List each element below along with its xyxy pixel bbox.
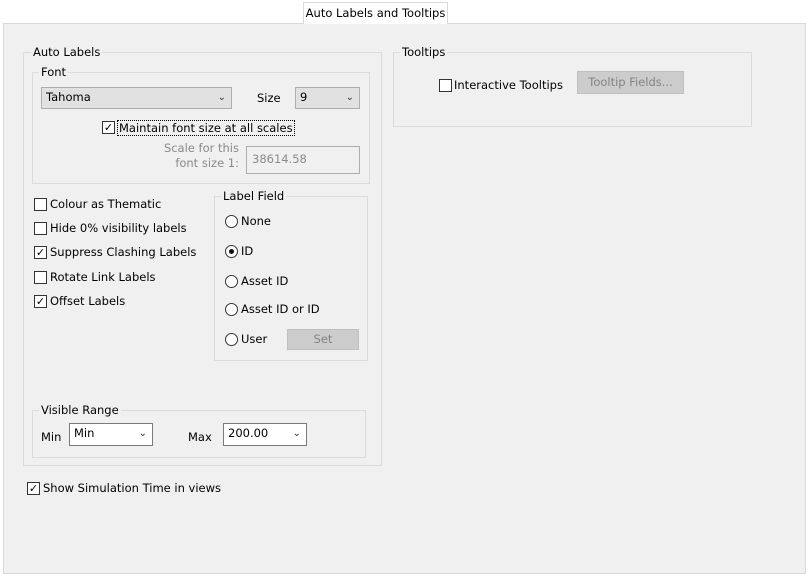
auto-labels-title: Auto Labels bbox=[31, 45, 103, 59]
scale-label-line2: font size 1: bbox=[175, 156, 239, 170]
size-label: Size bbox=[257, 91, 281, 105]
font-group-title: Font bbox=[39, 65, 69, 79]
radio-asset-id[interactable] bbox=[225, 275, 238, 288]
tab-auto-labels-and-tooltips[interactable]: Auto Labels and Tooltips bbox=[303, 2, 448, 24]
chevron-down-icon: ⌄ bbox=[292, 428, 301, 439]
hide-zero-visibility-label: Hide 0% visibility labels bbox=[50, 221, 187, 235]
offset-labels-label: Offset Labels bbox=[50, 294, 126, 308]
suppress-clashing-checkbox[interactable]: ✓ bbox=[34, 246, 47, 259]
label-field-title: Label Field bbox=[221, 189, 287, 203]
chevron-down-icon: ⌄ bbox=[345, 92, 354, 103]
chevron-down-icon: ⌄ bbox=[217, 92, 226, 103]
min-label: Min bbox=[41, 430, 62, 444]
font-value: Tahoma bbox=[46, 90, 91, 104]
rotate-link-labels-label: Rotate Link Labels bbox=[50, 270, 156, 284]
interactive-tooltips-checkbox[interactable] bbox=[439, 79, 452, 92]
scale-input[interactable]: 38614.58 bbox=[246, 146, 360, 174]
radio-asset-id-or-id-label: Asset ID or ID bbox=[241, 302, 320, 316]
show-sim-time-checkbox[interactable]: ✓ bbox=[27, 482, 40, 495]
offset-labels-checkbox[interactable]: ✓ bbox=[34, 295, 47, 308]
radio-asset-id-label: Asset ID bbox=[241, 274, 289, 288]
set-button[interactable]: Set bbox=[287, 329, 359, 350]
radio-none[interactable] bbox=[225, 215, 238, 228]
suppress-clashing-label: Suppress Clashing Labels bbox=[50, 245, 197, 259]
radio-id[interactable] bbox=[225, 245, 238, 258]
tooltip-fields-button[interactable]: Tooltip Fields... bbox=[577, 71, 684, 94]
colour-as-thematic-checkbox[interactable] bbox=[34, 198, 47, 211]
radio-none-label: None bbox=[241, 214, 272, 228]
hide-zero-visibility-checkbox[interactable] bbox=[34, 222, 47, 235]
max-select[interactable]: 200.00 ⌄ bbox=[223, 423, 307, 446]
maintain-font-size-label[interactable]: Maintain font size at all scales bbox=[117, 120, 295, 136]
interactive-tooltips-label: Interactive Tooltips bbox=[454, 78, 563, 92]
radio-id-label: ID bbox=[241, 244, 254, 258]
colour-as-thematic-label: Colour as Thematic bbox=[50, 197, 162, 211]
scale-label-line1: Scale for this bbox=[163, 141, 239, 155]
size-value: 9 bbox=[300, 90, 308, 104]
radio-user-label: User bbox=[241, 332, 268, 346]
rotate-link-labels-checkbox[interactable] bbox=[34, 271, 47, 284]
chevron-down-icon: ⌄ bbox=[138, 428, 147, 439]
maintain-font-size-checkbox[interactable]: ✓ bbox=[102, 121, 115, 134]
min-value: Min bbox=[74, 426, 95, 440]
visible-range-title: Visible Range bbox=[39, 403, 121, 417]
min-select[interactable]: Min ⌄ bbox=[69, 423, 153, 446]
max-label: Max bbox=[188, 430, 212, 444]
max-value: 200.00 bbox=[228, 426, 269, 440]
radio-user[interactable] bbox=[225, 333, 238, 346]
radio-asset-id-or-id[interactable] bbox=[225, 303, 238, 316]
show-sim-time-label: Show Simulation Time in views bbox=[43, 481, 222, 495]
tooltips-title: Tooltips bbox=[400, 45, 448, 59]
font-select[interactable]: Tahoma ⌄ bbox=[41, 87, 232, 109]
size-select[interactable]: 9 ⌄ bbox=[295, 87, 360, 109]
